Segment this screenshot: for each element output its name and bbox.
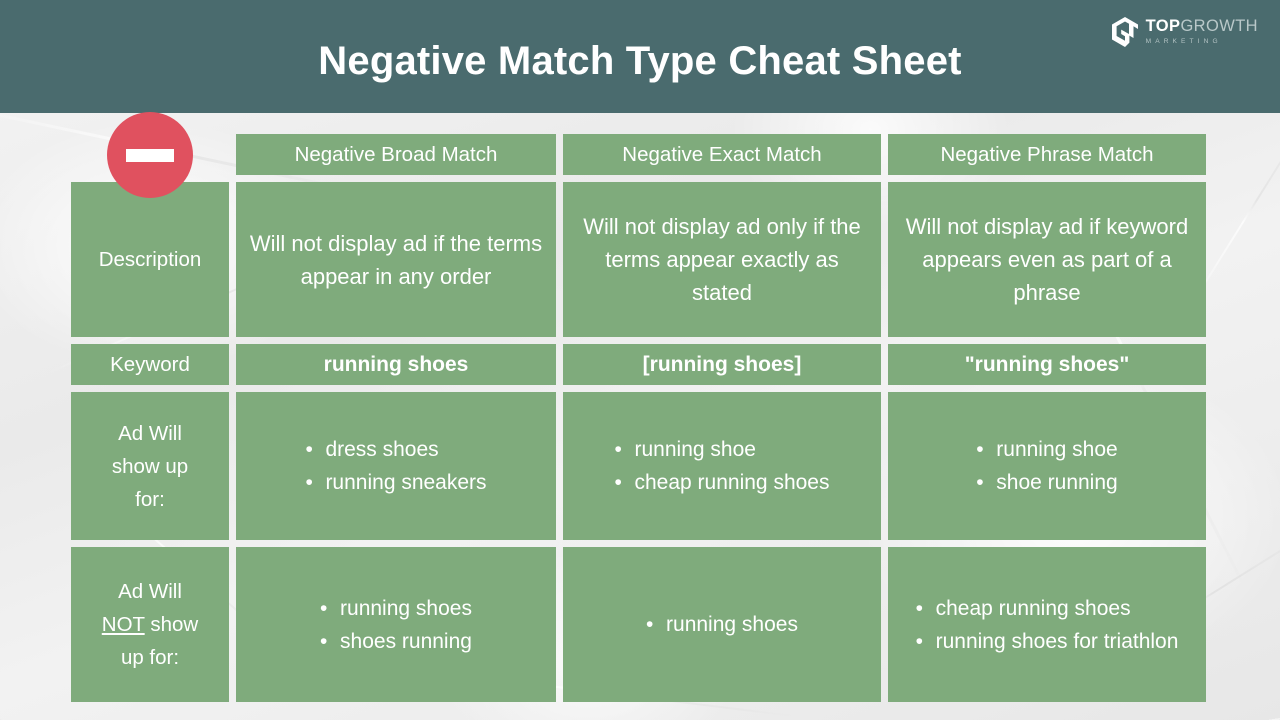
logo-name-secondary: GROWTH xyxy=(1180,17,1258,36)
column-header-exact-label: Negative Exact Match xyxy=(622,142,822,166)
list-item: shoe running xyxy=(976,466,1117,499)
row-label-text: Keyword xyxy=(110,353,190,376)
table-row: Ad Will show up for: dress shoesrunning … xyxy=(71,392,1209,540)
bullet-list: running shoecheap running shoes xyxy=(615,433,830,499)
row-label-text: Ad Will NOT show up for: xyxy=(102,575,198,674)
no-entry-bar xyxy=(126,148,174,162)
bullet-list: running shoeshoe running xyxy=(976,433,1117,499)
table-row: Ad Will NOT show up for: running shoessh… xyxy=(71,547,1209,702)
cell-show-broad: dress shoesrunning sneakers xyxy=(236,392,556,540)
table-row: Keyword running shoes [running shoes] "r… xyxy=(71,344,1209,385)
row-label-ad-will-not-show: Ad Will NOT show up for: xyxy=(71,547,229,702)
column-header-phrase: Negative Phrase Match xyxy=(888,134,1206,175)
column-header-phrase-label: Negative Phrase Match xyxy=(940,142,1154,166)
list-item: running shoes xyxy=(646,608,798,641)
brand-logo: TOPGROWTH MARKETING xyxy=(1111,17,1258,47)
cell-keyword-exact: [running shoes] xyxy=(563,344,881,385)
bullet-list: running shoes xyxy=(646,608,798,641)
header-banner: Negative Match Type Cheat Sheet TOPGROWT… xyxy=(0,0,1280,113)
list-item: running sneakers xyxy=(305,466,486,499)
row-label-line2-post: show xyxy=(144,613,199,636)
logo-wordmark: TOPGROWTH MARKETING xyxy=(1146,18,1258,45)
column-header-exact: Negative Exact Match xyxy=(563,134,881,175)
column-header-broad-label: Negative Broad Match xyxy=(294,142,498,166)
logo-tagline: MARKETING xyxy=(1145,37,1222,45)
cheat-sheet-table: Negative Broad Match Negative Exact Matc… xyxy=(71,134,1209,702)
cell-noshow-phrase: cheap running shoesrunning shoes for tri… xyxy=(888,547,1206,702)
cell-text: Will not display ad if the terms appear … xyxy=(249,230,543,289)
growth-arrow-icon xyxy=(1111,17,1138,47)
bullet-list: dress shoesrunning sneakers xyxy=(305,433,486,499)
list-item: dress shoes xyxy=(305,433,486,466)
list-item: running shoe xyxy=(976,433,1117,466)
cell-text: [running shoes] xyxy=(642,353,802,376)
row-label-text: Description xyxy=(98,248,202,271)
table-row: Description Will not display ad if the t… xyxy=(71,182,1209,337)
list-item: cheap running shoes xyxy=(916,592,1179,625)
cell-keyword-phrase: "running shoes" xyxy=(888,344,1206,385)
cell-show-phrase: running shoeshoe running xyxy=(888,392,1206,540)
row-label-line1: Ad Will xyxy=(118,580,182,603)
cell-keyword-broad: running shoes xyxy=(236,344,556,385)
row-label-line3: for: xyxy=(135,487,165,511)
column-header-broad: Negative Broad Match xyxy=(236,134,556,175)
cell-noshow-exact: running shoes xyxy=(563,547,881,702)
row-label-emphasis: NOT xyxy=(101,613,145,636)
row-label-keyword: Keyword xyxy=(71,344,229,385)
cell-text: Will not display ad only if the terms ap… xyxy=(583,214,861,305)
row-label-line1: Ad Will xyxy=(118,421,182,445)
list-item: running shoe xyxy=(615,433,830,466)
table-header-row: Negative Broad Match Negative Exact Matc… xyxy=(71,134,1209,175)
bullet-list: cheap running shoesrunning shoes for tri… xyxy=(916,592,1179,658)
cell-text: Will not display ad if keyword appears e… xyxy=(905,214,1189,305)
cell-text: "running shoes" xyxy=(964,353,1130,376)
list-item: running shoes for triathlon xyxy=(916,625,1179,658)
logo-name-primary: TOP xyxy=(1145,17,1181,36)
list-item: cheap running shoes xyxy=(615,466,830,499)
cell-text: running shoes xyxy=(323,353,469,376)
cell-description-broad: Will not display ad if the terms appear … xyxy=(236,182,556,337)
row-label-description: Description xyxy=(71,182,229,337)
page-title: Negative Match Type Cheat Sheet xyxy=(318,39,962,83)
row-label-line2: show up xyxy=(111,454,189,478)
cell-description-exact: Will not display ad only if the terms ap… xyxy=(563,182,881,337)
cell-noshow-broad: running shoesshoes running xyxy=(236,547,556,702)
row-label-line3: up for: xyxy=(120,646,180,669)
bullet-list: running shoesshoes running xyxy=(320,592,472,658)
list-item: shoes running xyxy=(320,625,472,658)
row-label-ad-will-show: Ad Will show up for: xyxy=(71,392,229,540)
cell-show-exact: running shoecheap running shoes xyxy=(563,392,881,540)
row-label-text: Ad Will show up for: xyxy=(112,417,188,516)
cell-description-phrase: Will not display ad if keyword appears e… xyxy=(888,182,1206,337)
list-item: running shoes xyxy=(320,592,472,625)
no-entry-icon xyxy=(107,112,193,198)
